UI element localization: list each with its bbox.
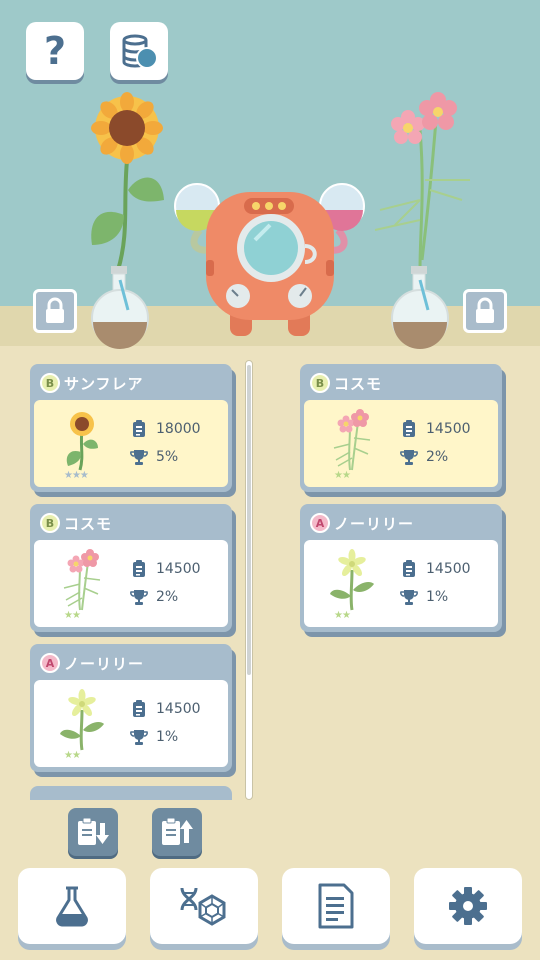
clipboard-arrow-down-icon [78, 817, 109, 845]
card-body: ★★ 14500 2% [304, 400, 498, 487]
rate-value: 2% [156, 589, 179, 605]
grade-badge: B [310, 373, 330, 393]
rate-value: 2% [426, 449, 449, 465]
card-title: A ノーリリー [310, 511, 414, 535]
flower-name: コスモ [334, 374, 383, 393]
left-flower-list[interactable]: B サンフレア ★★★ 18000 5% B コスモ ★★ 14500 2% A… [26, 362, 236, 798]
nav-gene-button[interactable] [150, 868, 258, 944]
sunflower-icon [58, 408, 106, 472]
flower-name: ノーリリー [334, 514, 415, 533]
clipboard-icon [130, 420, 148, 438]
count-stat: 14500 [400, 560, 471, 578]
flower-name: コスモ [64, 514, 113, 533]
sunflower-plant-left [91, 92, 164, 271]
card-title: B コスモ [310, 371, 382, 395]
rate-value: 5% [156, 449, 179, 465]
vase-left [91, 266, 149, 349]
count-stat: 14500 [130, 700, 201, 718]
clipboard-icon [130, 560, 148, 578]
list-scrollbar[interactable] [245, 360, 253, 800]
sort-ascending-button[interactable] [152, 808, 202, 856]
card-body: ★★ 14500 1% [34, 680, 228, 767]
flower-card[interactable]: A ノーリリー ★★ 14500 1% [300, 504, 502, 632]
clipboard-icon [400, 560, 418, 578]
grade-badge: B [40, 513, 60, 533]
card-title: A ノーリリー [40, 651, 144, 675]
cosmos-icon [58, 548, 106, 612]
flower-card[interactable]: B コスモ ★★ 14500 2% [30, 504, 232, 632]
lily-icon [328, 548, 376, 612]
dna-hexagon-icon [180, 887, 226, 926]
count-stat: 14500 [130, 560, 201, 578]
count-stat: 14500 [400, 420, 471, 438]
count-value: 14500 [156, 701, 201, 717]
card-body: ★★★ 18000 5% [34, 400, 228, 487]
lock-left-button[interactable] [33, 289, 77, 333]
rate-stat: 1% [130, 728, 178, 746]
vase-right [391, 266, 449, 349]
lock-right-button[interactable] [463, 289, 507, 333]
lock-icon [46, 297, 64, 323]
document-icon [318, 883, 354, 929]
trophy-icon [130, 728, 148, 746]
card-title: B コスモ [40, 511, 112, 535]
nav-lab-button[interactable] [18, 868, 126, 944]
card-body: ★★ 14500 1% [304, 540, 498, 627]
gear-icon [449, 887, 487, 925]
rarity-stars: ★★ [64, 750, 81, 761]
count-value: 14500 [426, 561, 471, 577]
rarity-stars: ★★ [64, 610, 81, 621]
rarity-stars: ★★★ [64, 470, 89, 481]
clipboard-arrow-up-icon [162, 817, 193, 845]
cosmos-icon [328, 408, 376, 472]
rarity-stars: ★★ [334, 610, 351, 621]
clipboard-icon [130, 700, 148, 718]
flask-icon [56, 886, 88, 927]
flower-card-partial[interactable] [30, 786, 232, 800]
count-value: 14500 [426, 421, 471, 437]
grade-badge: B [40, 373, 60, 393]
rate-value: 1% [156, 729, 179, 745]
rate-value: 1% [426, 589, 449, 605]
count-value: 14500 [156, 561, 201, 577]
sort-descending-button[interactable] [68, 808, 118, 856]
trophy-icon [130, 448, 148, 466]
coin-stack-icon [122, 34, 158, 69]
flower-card[interactable]: B コスモ ★★ 14500 2% [300, 364, 502, 492]
card-body: ★★ 14500 2% [34, 540, 228, 627]
count-value: 18000 [156, 421, 201, 437]
flower-name: サンフレア [64, 374, 144, 393]
flower-name: ノーリリー [64, 654, 145, 673]
clipboard-icon [400, 420, 418, 438]
rate-stat: 2% [400, 448, 448, 466]
rate-stat: 2% [130, 588, 178, 606]
nav-settings-button[interactable] [414, 868, 522, 944]
nav-document-button[interactable] [282, 868, 390, 944]
help-icon: ? [43, 29, 67, 73]
count-stat: 18000 [130, 420, 201, 438]
flower-card[interactable]: B サンフレア ★★★ 18000 5% [30, 364, 232, 492]
cosmos-plant-right [374, 92, 470, 271]
scrollbar-thumb[interactable] [247, 365, 251, 675]
help-button[interactable]: ? [26, 22, 84, 80]
lock-icon [476, 297, 494, 323]
rarity-stars: ★★ [334, 470, 351, 481]
card-title: B サンフレア [40, 371, 144, 395]
coins-button[interactable] [110, 22, 168, 80]
grade-badge: A [310, 513, 330, 533]
trophy-icon [400, 448, 418, 466]
rate-stat: 5% [130, 448, 178, 466]
robot-character [174, 183, 365, 336]
lily-icon [58, 688, 106, 752]
trophy-icon [400, 588, 418, 606]
grade-badge: A [40, 653, 60, 673]
flower-card[interactable]: A ノーリリー ★★ 14500 1% [30, 644, 232, 772]
rate-stat: 1% [400, 588, 448, 606]
trophy-icon [130, 588, 148, 606]
